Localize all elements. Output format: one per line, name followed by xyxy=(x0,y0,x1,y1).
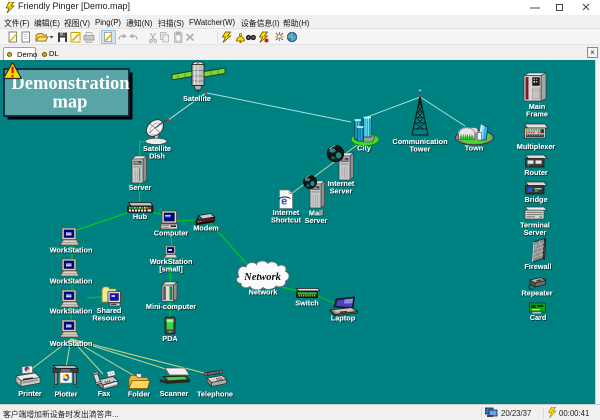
svg-text:City: City xyxy=(357,144,372,153)
svg-text:Multiplexer: Multiplexer xyxy=(517,142,556,151)
svg-text:Folder: Folder xyxy=(128,390,150,399)
svg-text:PDA: PDA xyxy=(162,334,178,343)
svg-text:Demonstration: Demonstration xyxy=(11,74,130,94)
svg-text:Network: Network xyxy=(249,288,279,297)
svg-text:Dish: Dish xyxy=(149,152,165,161)
svg-text:Router: Router xyxy=(524,168,548,177)
svg-text:Scanner: Scanner xyxy=(160,389,189,398)
svg-text:Computer: Computer xyxy=(154,229,189,238)
svg-text:WorkStation: WorkStation xyxy=(50,307,93,316)
svg-text:Shortcut: Shortcut xyxy=(271,216,302,225)
svg-text:Card: Card xyxy=(530,313,547,322)
svg-text:Server: Server xyxy=(330,187,353,196)
svg-text:Modem: Modem xyxy=(193,224,219,233)
svg-text:Switch: Switch xyxy=(295,299,319,308)
svg-text:WorkStation: WorkStation xyxy=(50,246,93,255)
svg-text:Repeater: Repeater xyxy=(521,289,552,298)
svg-text:WorkStation: WorkStation xyxy=(50,277,93,286)
svg-text:Resource: Resource xyxy=(92,314,125,323)
svg-text:Satellite: Satellite xyxy=(183,94,211,103)
svg-text:Printer: Printer xyxy=(18,389,42,398)
svg-text:Server: Server xyxy=(524,228,547,237)
svg-text:Town: Town xyxy=(465,144,484,153)
svg-text:Bridge: Bridge xyxy=(524,195,547,204)
svg-text:Frame: Frame xyxy=(526,110,548,119)
svg-text:Tower: Tower xyxy=(410,145,431,154)
svg-text:Laptop: Laptop xyxy=(331,314,356,323)
svg-text:Telephone: Telephone xyxy=(197,390,233,399)
svg-text:Mini-computer: Mini-computer xyxy=(146,302,196,311)
svg-text:Firewall: Firewall xyxy=(524,262,551,271)
svg-text:Plotter: Plotter xyxy=(54,390,77,399)
svg-text:Network: Network xyxy=(243,272,282,283)
svg-text:Server: Server xyxy=(129,183,152,192)
svg-text:Hub: Hub xyxy=(133,212,148,221)
svg-text:Server: Server xyxy=(305,216,328,225)
svg-text:WorkStation: WorkStation xyxy=(50,339,93,348)
svg-text:[small]: [small] xyxy=(159,265,183,274)
svg-text:Fax: Fax xyxy=(98,389,111,398)
svg-text:map: map xyxy=(53,93,88,113)
